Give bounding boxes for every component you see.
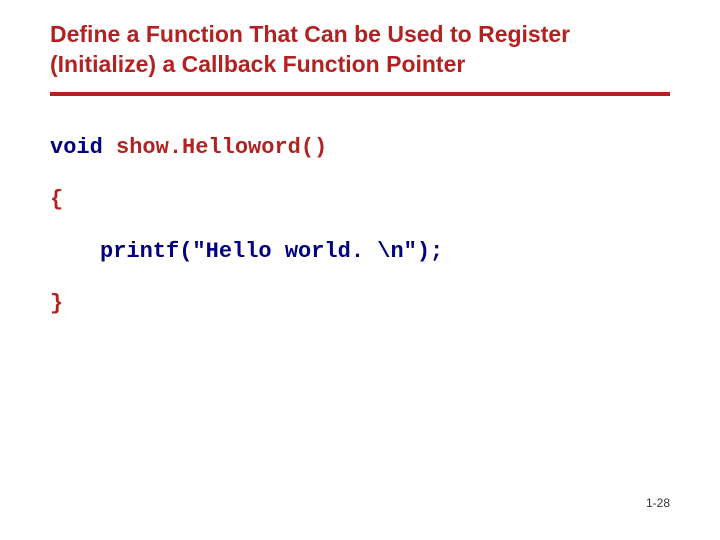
code-line-signature: void show.Helloword()	[50, 126, 670, 170]
page-number: 1-28	[646, 496, 670, 510]
code-line-printf: printf("Hello world. \n");	[50, 230, 670, 274]
slide-container: Define a Function That Can be Used to Re…	[0, 0, 720, 540]
code-space	[103, 135, 116, 160]
close-brace: }	[50, 291, 63, 316]
code-block: void show.Helloword() { printf("Hello wo…	[50, 126, 670, 326]
slide-title: Define a Function That Can be Used to Re…	[50, 20, 670, 80]
divider-line	[50, 92, 670, 96]
parentheses: ()	[301, 135, 327, 160]
printf-call: printf("Hello world. \n");	[100, 239, 443, 264]
keyword-void: void	[50, 135, 103, 160]
open-brace: {	[50, 187, 63, 212]
code-line-close: }	[50, 282, 670, 326]
code-line-open: {	[50, 178, 670, 222]
function-name: show.Helloword	[116, 135, 301, 160]
